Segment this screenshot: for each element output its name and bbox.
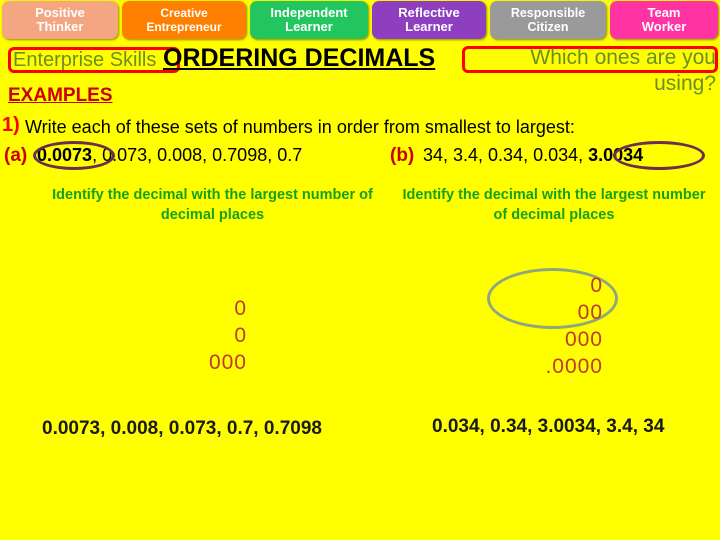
skill-tab-line1: Team [647,5,681,20]
zero-row: 00 [577,301,603,324]
part-a-trailing-zero-stack: 0 0 000 [130,295,247,376]
part-a-answer: 0.0073, 0.008, 0.073, 0.7, 0.7098 [42,418,322,439]
zero-row: 0 [234,297,247,320]
skill-tab-line2: Thinker [36,19,84,34]
part-a-remaining-numbers: , 0.073, 0.008, 0.7098, 0.7 [92,145,303,165]
skill-tab-line1: Positive [35,5,85,20]
skill-tab-line2: Learner [285,19,333,34]
part-a-hint-text: Identify the decimal with the largest nu… [52,187,373,223]
skill-tab-line1: Independent [270,5,348,20]
which-ones-are-you-using-label: Which ones are you using? [530,46,716,95]
part-b-trailing-zero-stack: 0 00 000 .0000 [455,272,603,380]
part-b-annotation-ellipse [613,141,705,170]
skill-tab-independent-learner[interactable]: Independent Learner [250,1,368,39]
skill-tab-line1: Reflective [398,5,460,20]
zero-row: 000 [564,328,603,351]
part-b-leading-numbers: 34, 3.4, 0.34, 0.034, [423,145,589,165]
skill-tab-strip: Positive Thinker Creative Entrepreneur I… [0,0,720,40]
part-b-label: (b) [390,145,415,166]
skill-tab-reflective-learner[interactable]: Reflective Learner [372,1,486,39]
skill-tab-line2: Citizen [527,20,569,34]
skill-tab-line2: Learner [405,19,453,34]
zero-row: 0 [590,274,603,297]
skill-tab-team-worker[interactable]: Team Worker [610,1,718,39]
enterprise-skills-label: Enterprise Skills [13,49,157,71]
part-a-annotation-ellipse [33,141,115,170]
zero-row: 000 [208,351,247,374]
question-text: Write each of these sets of numbers in o… [25,117,575,137]
zero-row: 0 [234,324,247,347]
question-number: 1) [2,114,20,136]
skill-tab-line1: Creative [160,6,208,20]
part-b-answer: 0.034, 0.34, 3.0034, 3.4, 34 [432,416,665,437]
part-a-label: (a) [4,145,28,166]
skill-tab-positive-thinker[interactable]: Positive Thinker [2,1,118,39]
skill-tab-line1: Responsible [510,6,586,20]
zero-row: .0000 [545,355,603,378]
page-title: ORDERING DECIMALS [163,44,436,72]
part-b-hint-text: Identify the decimal with the largest nu… [402,187,706,223]
skill-tab-line2: Entrepreneur [146,20,222,34]
examples-heading: EXAMPLES [8,85,113,106]
skill-tab-line2: Worker [641,19,687,34]
skill-tab-responsible-citizen[interactable]: Responsible Citizen [490,1,606,39]
skill-tab-creative-entrepreneur[interactable]: Creative Entrepreneur [122,1,246,39]
part-b-number-set: 34, 3.4, 0.34, 0.034, 3.0034 [423,145,643,166]
